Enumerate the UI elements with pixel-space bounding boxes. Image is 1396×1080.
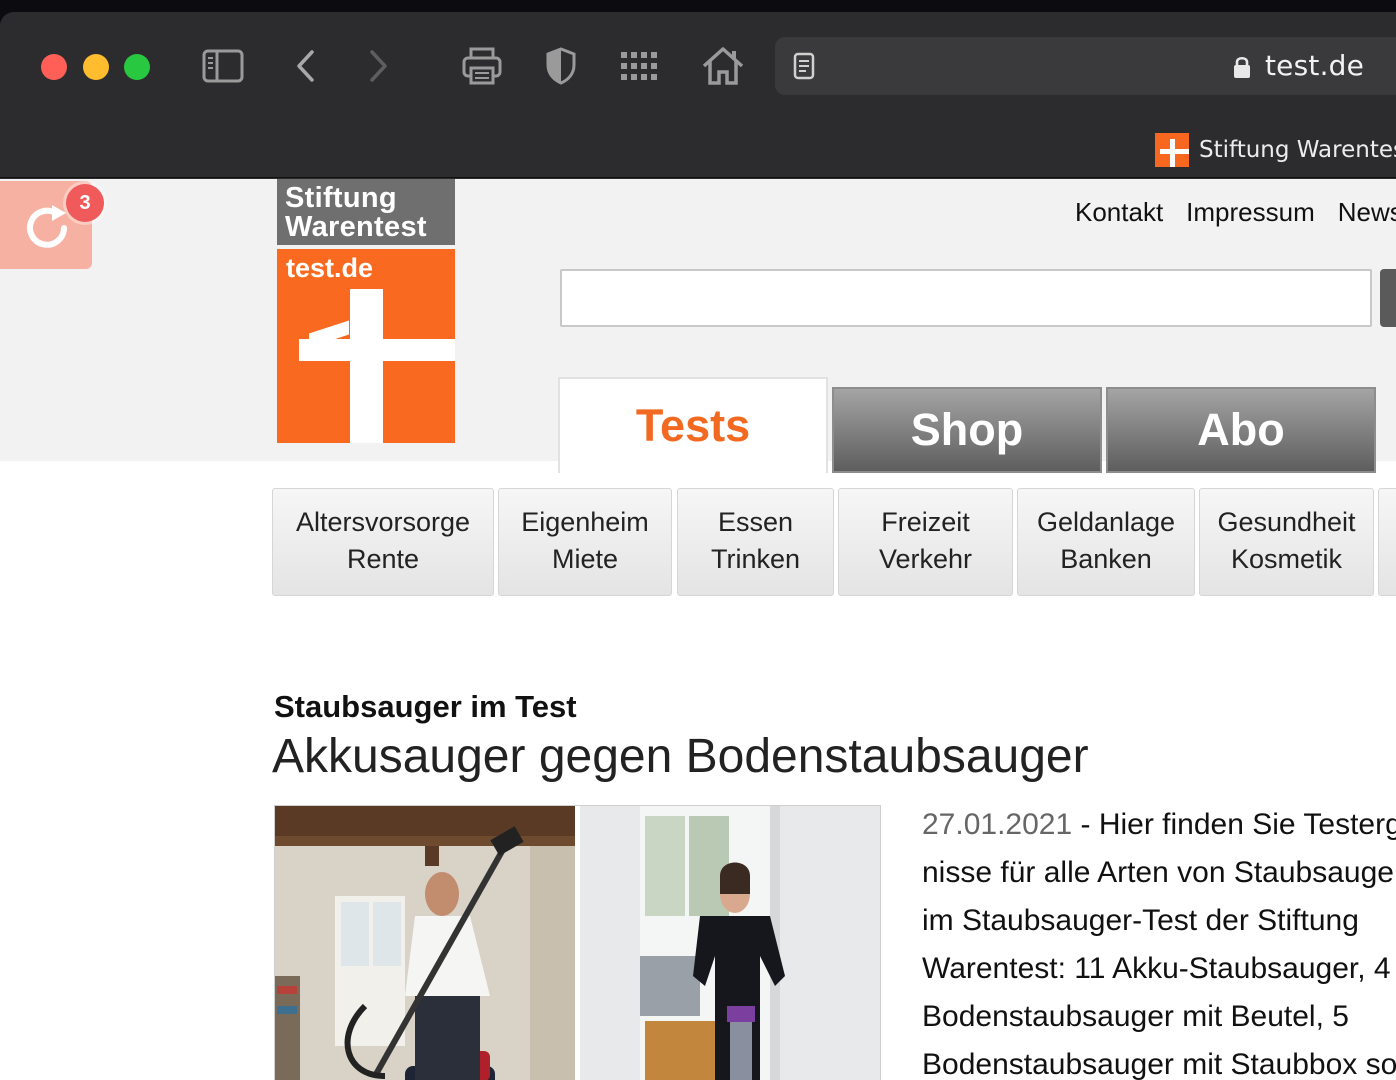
teaser-line: nisse für alle Arten von Staubsaugern	[922, 856, 1396, 889]
zoom-window-button[interactable]	[124, 54, 150, 80]
teaser-line: Warentest: 11 Akku-Staubsauger, 4	[922, 952, 1391, 985]
logo-mark: test.de	[277, 249, 455, 443]
extension-reload-button[interactable]: 3	[0, 181, 104, 269]
teaser-line: - Hier finden Sie Testergeb-	[1080, 808, 1396, 841]
web-page: 3 Stiftung Warentest test.de Kontakt Imp…	[0, 179, 1396, 1080]
tab-shop[interactable]: Shop	[832, 387, 1102, 473]
category-geldanlage-banken[interactable]: Geldanlage Banken	[1017, 488, 1195, 596]
tab-abo[interactable]: Abo	[1106, 387, 1376, 473]
home-icon[interactable]	[701, 46, 745, 86]
logo-line-1: Stiftung	[285, 182, 397, 214]
category-altersvorsorge-rente[interactable]: Altersvorsorge Rente	[272, 488, 494, 596]
url-host-text: test.de	[1265, 49, 1365, 82]
nav-link-newsletter[interactable]: Newsletter	[1338, 197, 1396, 228]
address-bar[interactable]: test.de	[775, 37, 1396, 95]
article-image[interactable]	[274, 805, 881, 1080]
logo-cross-vertical	[350, 289, 383, 443]
article-date: 27.01.2021	[922, 808, 1073, 841]
lock-icon	[1233, 55, 1251, 84]
reader-view-icon[interactable]	[793, 52, 815, 85]
site-search-input[interactable]	[560, 269, 1372, 327]
print-icon[interactable]	[461, 46, 503, 86]
tab-tests[interactable]: Tests	[558, 377, 828, 473]
top-navigation: Kontakt Impressum Newsletter	[1075, 197, 1396, 228]
article-teaser: 27.01.2021 - Hier finden Sie Testergeb- …	[922, 801, 1396, 1080]
forward-arrow-icon[interactable]	[366, 46, 390, 86]
category-label-line2: Kosmetik	[1230, 544, 1343, 574]
sidebar-toggle-icon[interactable]	[202, 46, 244, 86]
logo-wordmark: Stiftung Warentest	[277, 179, 455, 245]
teaser-line: Bodenstaubsauger mit Staubbox sowie	[922, 1048, 1396, 1080]
privacy-shield-icon[interactable]	[545, 46, 577, 86]
category-label-line1: Freizeit	[881, 507, 970, 537]
browser-tab-active[interactable]: Stiftung Warentest	[1155, 132, 1396, 168]
category-label-line2: Rente	[346, 544, 420, 574]
vacuum-test-photo	[275, 806, 880, 1080]
nav-link-kontakt[interactable]: Kontakt	[1075, 197, 1163, 228]
site-favicon-icon	[1155, 133, 1189, 167]
category-label-line2: Banken	[1060, 544, 1152, 574]
article-headline[interactable]: Akkusauger gegen Bodenstaubsauger	[272, 729, 1089, 784]
grid-apps-icon[interactable]	[620, 46, 660, 86]
category-gesundheit-kosmetik[interactable]: Gesundheit Kosmetik	[1199, 488, 1374, 596]
category-label-line2: Miete	[551, 544, 619, 574]
category-label-line1: Geldanlage	[1036, 507, 1176, 537]
minimize-window-button[interactable]	[83, 54, 109, 80]
category-freizeit-verkehr[interactable]: Freizeit Verkehr	[838, 488, 1013, 596]
logo-domain-text: test.de	[286, 253, 374, 283]
category-label-line1: Eigenheim	[521, 507, 649, 537]
logo-line-2: Warentest	[285, 211, 427, 243]
site-logo[interactable]: Stiftung Warentest test.de	[277, 179, 455, 443]
category-essen-trinken[interactable]: Essen Trinken	[677, 488, 834, 596]
category-label-line1: Essen	[717, 507, 794, 537]
search-submit-button[interactable]	[1380, 269, 1396, 327]
article-kicker: Staubsauger im Test	[274, 689, 577, 724]
back-arrow-icon[interactable]	[294, 46, 318, 86]
tab-title: Stiftung Warentest	[1199, 137, 1396, 163]
category-eigenheim-miete[interactable]: Eigenheim Miete	[498, 488, 672, 596]
browser-toolbar: test.de Stiftung Warentest	[0, 12, 1396, 178]
teaser-line: Bodenstaubsauger mit Beutel, 5	[922, 1000, 1349, 1033]
category-next-partial[interactable]	[1378, 488, 1396, 596]
category-label-line1: Altersvorsorge	[295, 507, 471, 537]
category-label-line2: Trinken	[710, 544, 801, 574]
category-label-line1: Gesundheit	[1217, 507, 1356, 537]
close-window-button[interactable]	[41, 54, 67, 80]
notification-count-badge: 3	[66, 184, 104, 222]
nav-link-impressum[interactable]: Impressum	[1186, 197, 1315, 228]
teaser-line: im Staubsauger-Test der Stiftung	[922, 904, 1359, 937]
browser-window: test.de Stiftung Warentest 3 Stiftung Wa…	[0, 12, 1396, 1080]
category-label-line2: Verkehr	[878, 544, 973, 574]
